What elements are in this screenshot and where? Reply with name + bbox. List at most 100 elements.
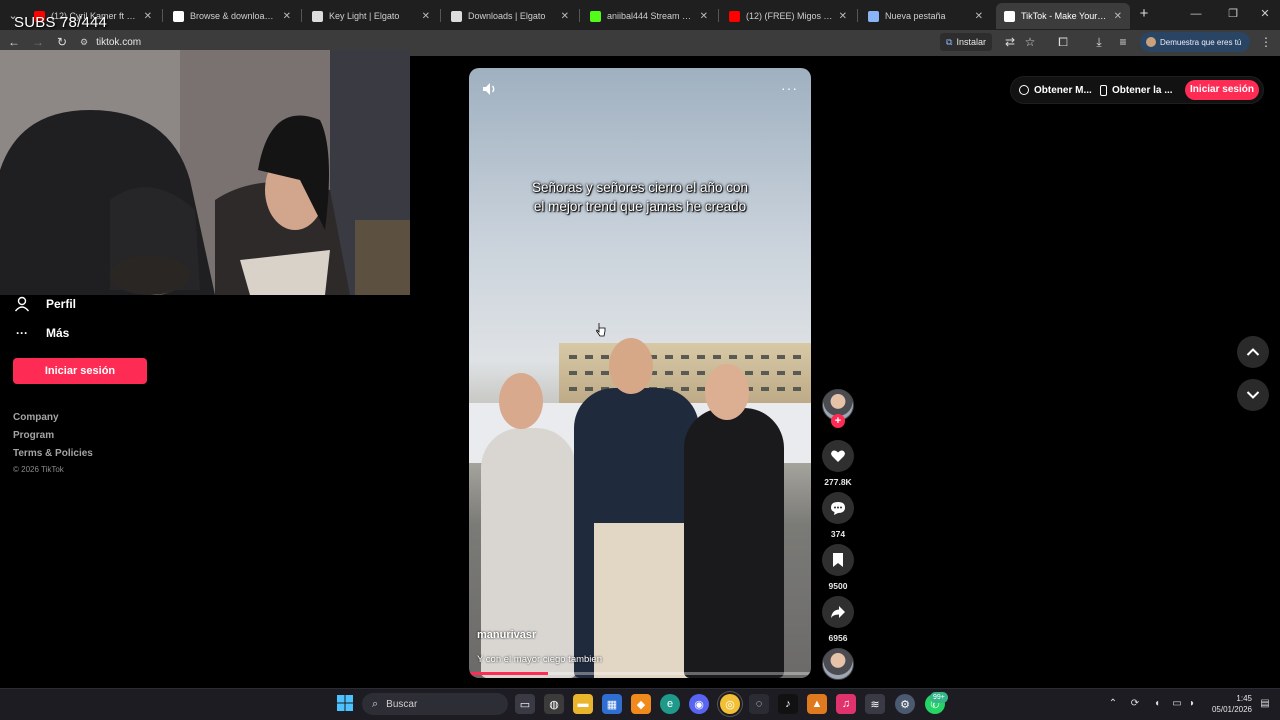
- footer-link-program[interactable]: Program: [13, 430, 54, 441]
- forward-icon[interactable]: →: [28, 32, 48, 52]
- login-button-header[interactable]: Iniciar sesión: [1185, 80, 1259, 100]
- settings-gear-icon[interactable]: ⚙: [895, 694, 915, 714]
- video-player[interactable]: Señoras y señores cierro el año con el m…: [469, 68, 811, 678]
- store-icon[interactable]: ▦: [602, 694, 622, 714]
- taskbar-search-input[interactable]: ⌕ Buscar: [362, 693, 508, 715]
- browser-tab[interactable]: aniibal444 Stream - Watch ✕: [582, 3, 716, 29]
- browser-tab[interactable]: (12) (FREE) Migos Type Be ✕: [721, 3, 855, 29]
- browser-menu-icon[interactable]: ⋮: [1256, 32, 1276, 52]
- back-icon[interactable]: ←: [4, 32, 24, 52]
- github-icon[interactable]: ◍: [544, 694, 564, 714]
- save-button[interactable]: [822, 544, 854, 576]
- get-coins-button[interactable]: Obtener M...: [1019, 79, 1092, 101]
- comment-icon: [831, 502, 845, 515]
- sidebar-item-mas[interactable]: ··· Más: [14, 326, 69, 340]
- maximize-icon[interactable]: ❐: [1222, 4, 1244, 24]
- footer-copyright: © 2026 TikTok: [13, 465, 64, 474]
- previous-video-button[interactable]: [1237, 336, 1269, 368]
- install-icon: ⧉: [946, 36, 953, 47]
- elgato-icon[interactable]: ◌: [749, 694, 769, 714]
- volume-icon[interactable]: [481, 80, 499, 98]
- login-button-sidebar[interactable]: Iniciar sesión: [13, 358, 147, 384]
- tab-favicon-icon: [590, 10, 601, 22]
- video-description: Y con el mayor ciego tambien: [477, 654, 602, 665]
- site-info-icon[interactable]: ⚙: [80, 37, 88, 48]
- tab-label: aniibal444 Stream - Watch: [607, 11, 694, 21]
- footer-link-company[interactable]: Company: [13, 412, 59, 423]
- tiktok-icon[interactable]: ♪: [778, 694, 798, 714]
- audio-app-icon[interactable]: ≋: [865, 694, 885, 714]
- tab-close-icon[interactable]: ✕: [283, 11, 291, 22]
- tab-close-icon[interactable]: ✕: [839, 11, 847, 22]
- extensions-icon[interactable]: ⧠: [1053, 32, 1073, 52]
- vlc-icon[interactable]: ▲: [807, 694, 827, 714]
- clock-time: 1:45: [1236, 694, 1252, 703]
- like-button[interactable]: [822, 440, 854, 472]
- next-video-button[interactable]: [1237, 379, 1269, 411]
- tab-close-icon[interactable]: ✕: [975, 11, 983, 22]
- edge-icon[interactable]: e: [660, 694, 680, 714]
- notifications-icon[interactable]: ▤: [1258, 697, 1272, 711]
- footer-link-terms[interactable]: Terms & Policies: [13, 448, 93, 459]
- tab-close-icon[interactable]: ✕: [700, 11, 708, 22]
- file-explorer-icon[interactable]: ▬: [573, 694, 593, 714]
- profile-avatar-icon: [1146, 37, 1156, 47]
- phone-icon: [1100, 84, 1107, 96]
- media-controls-icon[interactable]: ≡: [1113, 32, 1133, 52]
- tab-label: TikTok - Make Your Da: [1021, 11, 1108, 21]
- notification-badge: 99+: [930, 692, 948, 703]
- reload-icon[interactable]: ↻: [52, 32, 72, 52]
- tab-close-icon[interactable]: ✕: [1114, 11, 1122, 22]
- search-icon: ⌕: [372, 697, 379, 710]
- get-coins-label: Obtener M...: [1034, 84, 1092, 96]
- browser-tab[interactable]: Key Light | Elgato ✕: [304, 3, 438, 29]
- tray-chevron-up-icon[interactable]: ⌃: [1106, 697, 1120, 711]
- browser-tab[interactable]: Browse & download millio ✕: [165, 3, 299, 29]
- tab-label: Key Light | Elgato: [329, 11, 400, 21]
- video-caption: Señoras y señores cierro el año con el m…: [531, 180, 749, 214]
- sound-avatar[interactable]: [822, 648, 854, 680]
- profile-chip[interactable]: Demuestra que eres tú: [1140, 32, 1250, 52]
- browser-tab[interactable]: Downloads | Elgato ✕: [443, 3, 577, 29]
- install-app-button[interactable]: ⧉ Instalar: [940, 33, 992, 51]
- tab-favicon-icon: [312, 10, 323, 22]
- task-view-icon[interactable]: ▭: [515, 694, 535, 714]
- tab-separator: [857, 9, 858, 22]
- address-bar[interactable]: ⚙ tiktok.com: [80, 32, 930, 52]
- close-window-icon[interactable]: ✕: [1254, 4, 1276, 24]
- save-count: 9500: [828, 581, 848, 591]
- tab-close-icon[interactable]: ✕: [561, 11, 569, 22]
- new-tab-button[interactable]: +: [1135, 5, 1153, 23]
- brave-icon[interactable]: ◆: [631, 694, 651, 714]
- tab-separator: [718, 9, 719, 22]
- chrome-icon[interactable]: ◎: [720, 694, 740, 714]
- video-progress-bar[interactable]: [469, 672, 811, 675]
- get-app-button[interactable]: Obtener la ...: [1100, 79, 1173, 101]
- microphone-icon[interactable]: ◖: [1150, 697, 1164, 711]
- tab-close-icon[interactable]: ✕: [144, 11, 152, 22]
- download-icon[interactable]: ⤓: [1089, 32, 1109, 52]
- share-button[interactable]: [822, 596, 854, 628]
- minimize-icon[interactable]: —: [1185, 4, 1207, 24]
- comment-button[interactable]: [822, 492, 854, 524]
- follow-plus-icon[interactable]: +: [831, 414, 845, 428]
- speaker-icon[interactable]: ◗: [1185, 697, 1199, 711]
- taskbar-clock[interactable]: 1:45 05/01/2026: [1200, 693, 1252, 715]
- tiktok-live-icon[interactable]: ♫: [836, 694, 856, 714]
- more-options-icon[interactable]: ···: [781, 80, 798, 96]
- discord-icon[interactable]: ◉: [689, 694, 709, 714]
- video-person-right: [684, 408, 784, 678]
- network-icon[interactable]: ▭: [1170, 697, 1184, 711]
- video-progress-fill: [469, 672, 548, 675]
- tab-close-icon[interactable]: ✕: [422, 11, 430, 22]
- video-author[interactable]: manurivasr: [477, 629, 536, 641]
- sync-icon[interactable]: ⟳: [1128, 697, 1142, 711]
- sidebar-item-perfil[interactable]: Perfil: [14, 296, 76, 312]
- browser-tab[interactable]: Nueva pestaña ✕: [860, 3, 991, 29]
- bookmark-star-icon[interactable]: ☆: [1020, 32, 1040, 52]
- sidebar-item-label: Perfil: [46, 297, 77, 311]
- translate-icon[interactable]: ⇄: [1000, 32, 1020, 52]
- windows-start-icon[interactable]: [337, 695, 353, 711]
- browser-tab[interactable]: TikTok - Make Your Da ✕: [996, 3, 1130, 29]
- like-count: 277.8K: [824, 477, 852, 487]
